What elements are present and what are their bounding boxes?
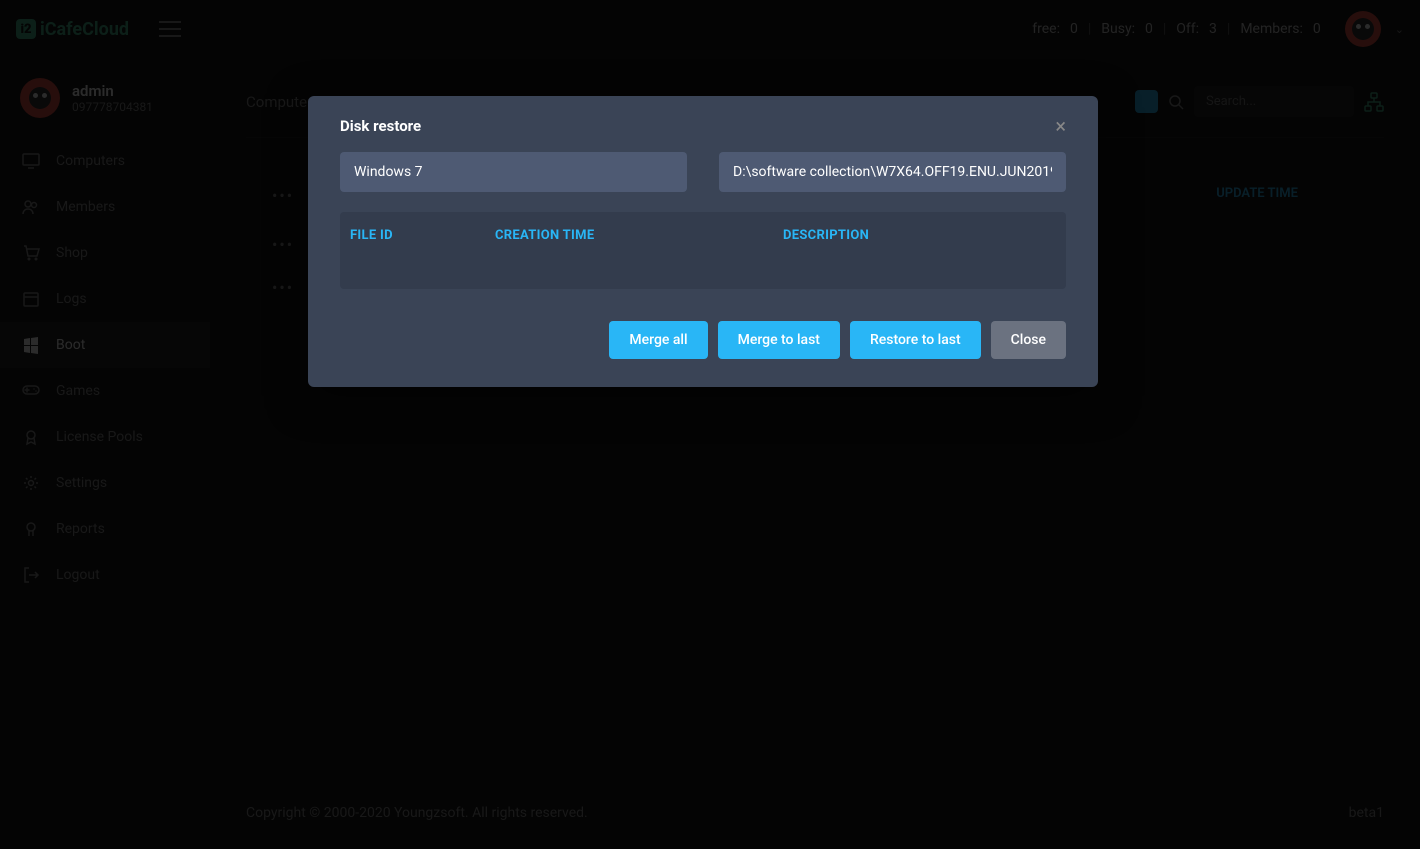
modal-title: Disk restore <box>340 117 421 135</box>
close-icon[interactable]: × <box>1055 116 1066 136</box>
restore-table: FILE ID CREATION TIME DESCRIPTION <box>340 212 1066 289</box>
table-body-empty <box>340 259 1066 289</box>
restore-to-last-button[interactable]: Restore to last <box>850 321 981 359</box>
col-file-id[interactable]: FILE ID <box>350 228 495 243</box>
os-name-input[interactable] <box>340 152 687 192</box>
merge-to-last-button[interactable]: Merge to last <box>718 321 840 359</box>
path-input[interactable] <box>719 152 1066 192</box>
merge-all-button[interactable]: Merge all <box>609 321 707 359</box>
col-description[interactable]: DESCRIPTION <box>783 228 1056 243</box>
close-button[interactable]: Close <box>991 321 1066 359</box>
col-creation-time[interactable]: CREATION TIME <box>495 228 783 243</box>
disk-restore-modal: Disk restore × FILE ID CREATION TIME DES… <box>308 96 1098 387</box>
